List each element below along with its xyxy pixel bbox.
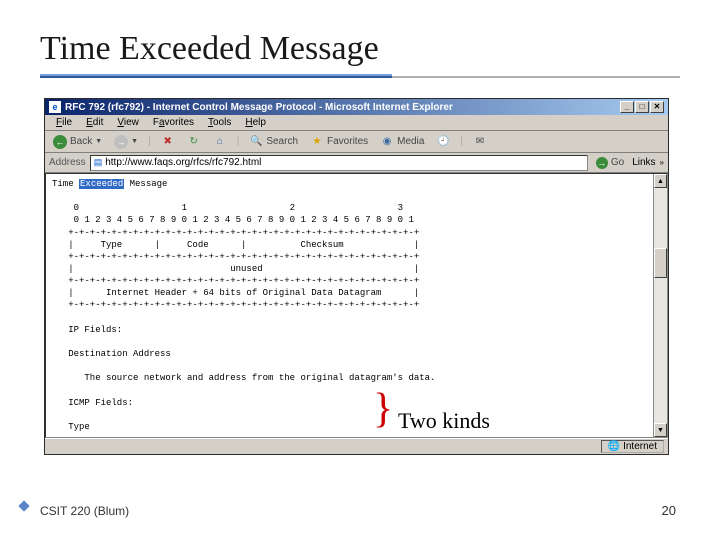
- menubar: File Edit View Favorites Tools Help: [45, 115, 668, 131]
- highlighted-word: Exceeded: [79, 179, 124, 189]
- scroll-down-button[interactable]: ▼: [654, 423, 667, 437]
- ie-icon: e: [49, 101, 61, 113]
- address-label: Address: [49, 157, 86, 168]
- address-input[interactable]: ▤ http://www.faqs.org/rfcs/rfc792.html: [90, 155, 588, 171]
- star-icon: ★: [310, 135, 324, 149]
- search-icon: 🔍: [249, 135, 263, 149]
- footer-accent-icon: [18, 500, 29, 511]
- menu-edit[interactable]: Edit: [79, 116, 110, 129]
- status-zone: 🌐 Internet: [601, 440, 664, 453]
- globe-icon: 🌐: [608, 441, 620, 452]
- media-button[interactable]: ◉ Media: [376, 134, 428, 150]
- stop-icon: ✖: [161, 135, 175, 149]
- titlebar: e RFC 792 (rfc792) - Internet Control Me…: [45, 99, 668, 115]
- statusbar: 🌐 Internet: [45, 438, 668, 454]
- menu-favorites[interactable]: Favorites: [146, 116, 201, 129]
- forward-icon: →: [114, 135, 128, 149]
- bracket-annotation: }: [373, 397, 393, 422]
- close-button[interactable]: ✕: [650, 101, 664, 113]
- content-area: Time Exceeded Message 0 1 2 3 0 1 2 3 4 …: [45, 173, 668, 438]
- footer-left: CSIT 220 (Blum): [40, 504, 129, 518]
- toolbar: ← Back ▼ → ▼ | ✖ ↻ ⌂ | 🔍 Search: [45, 131, 668, 153]
- title-underline: [40, 76, 680, 78]
- go-icon: →: [596, 157, 608, 169]
- browser-window: e RFC 792 (rfc792) - Internet Control Me…: [44, 98, 669, 455]
- back-icon: ←: [53, 135, 67, 149]
- media-icon: ◉: [380, 135, 394, 149]
- menu-help[interactable]: Help: [238, 116, 273, 129]
- mail-button[interactable]: ✉: [469, 134, 491, 150]
- menu-tools[interactable]: Tools: [201, 116, 238, 129]
- favorites-button[interactable]: ★ Favorites: [306, 134, 372, 150]
- menu-view[interactable]: View: [110, 116, 146, 129]
- url-text: http://www.faqs.org/rfcs/rfc792.html: [105, 157, 261, 168]
- two-kinds-label: Two kinds: [398, 408, 490, 434]
- slide-title: Time Exceeded Message: [40, 30, 680, 68]
- window-title: RFC 792 (rfc792) - Internet Control Mess…: [65, 102, 620, 113]
- addressbar: Address ▤ http://www.faqs.org/rfcs/rfc79…: [45, 153, 668, 173]
- go-button[interactable]: → Go: [592, 156, 628, 170]
- history-button[interactable]: 🕘: [432, 134, 454, 150]
- history-icon: 🕘: [436, 135, 450, 149]
- scroll-thumb[interactable]: [654, 248, 667, 278]
- scroll-up-button[interactable]: ▲: [654, 174, 667, 188]
- forward-button[interactable]: → ▼: [110, 134, 142, 150]
- mail-icon: ✉: [473, 135, 487, 149]
- home-icon: ⌂: [213, 135, 227, 149]
- search-button[interactable]: 🔍 Search: [245, 134, 302, 150]
- stop-button[interactable]: ✖: [157, 134, 179, 150]
- refresh-button[interactable]: ↻: [183, 134, 205, 150]
- scroll-track[interactable]: [654, 188, 667, 423]
- refresh-icon: ↻: [187, 135, 201, 149]
- menu-file[interactable]: File: [49, 116, 79, 129]
- minimize-button[interactable]: _: [620, 101, 634, 113]
- page-number: 20: [662, 503, 676, 518]
- maximize-button[interactable]: □: [635, 101, 649, 113]
- back-button[interactable]: ← Back ▼: [49, 134, 106, 150]
- vertical-scrollbar[interactable]: ▲ ▼: [653, 174, 667, 437]
- page-icon: ▤: [94, 157, 103, 168]
- rfc-body: Time Exceeded Message 0 1 2 3 0 1 2 3 4 …: [46, 174, 653, 437]
- home-button[interactable]: ⌂: [209, 134, 231, 150]
- links-label[interactable]: Links: [632, 157, 655, 168]
